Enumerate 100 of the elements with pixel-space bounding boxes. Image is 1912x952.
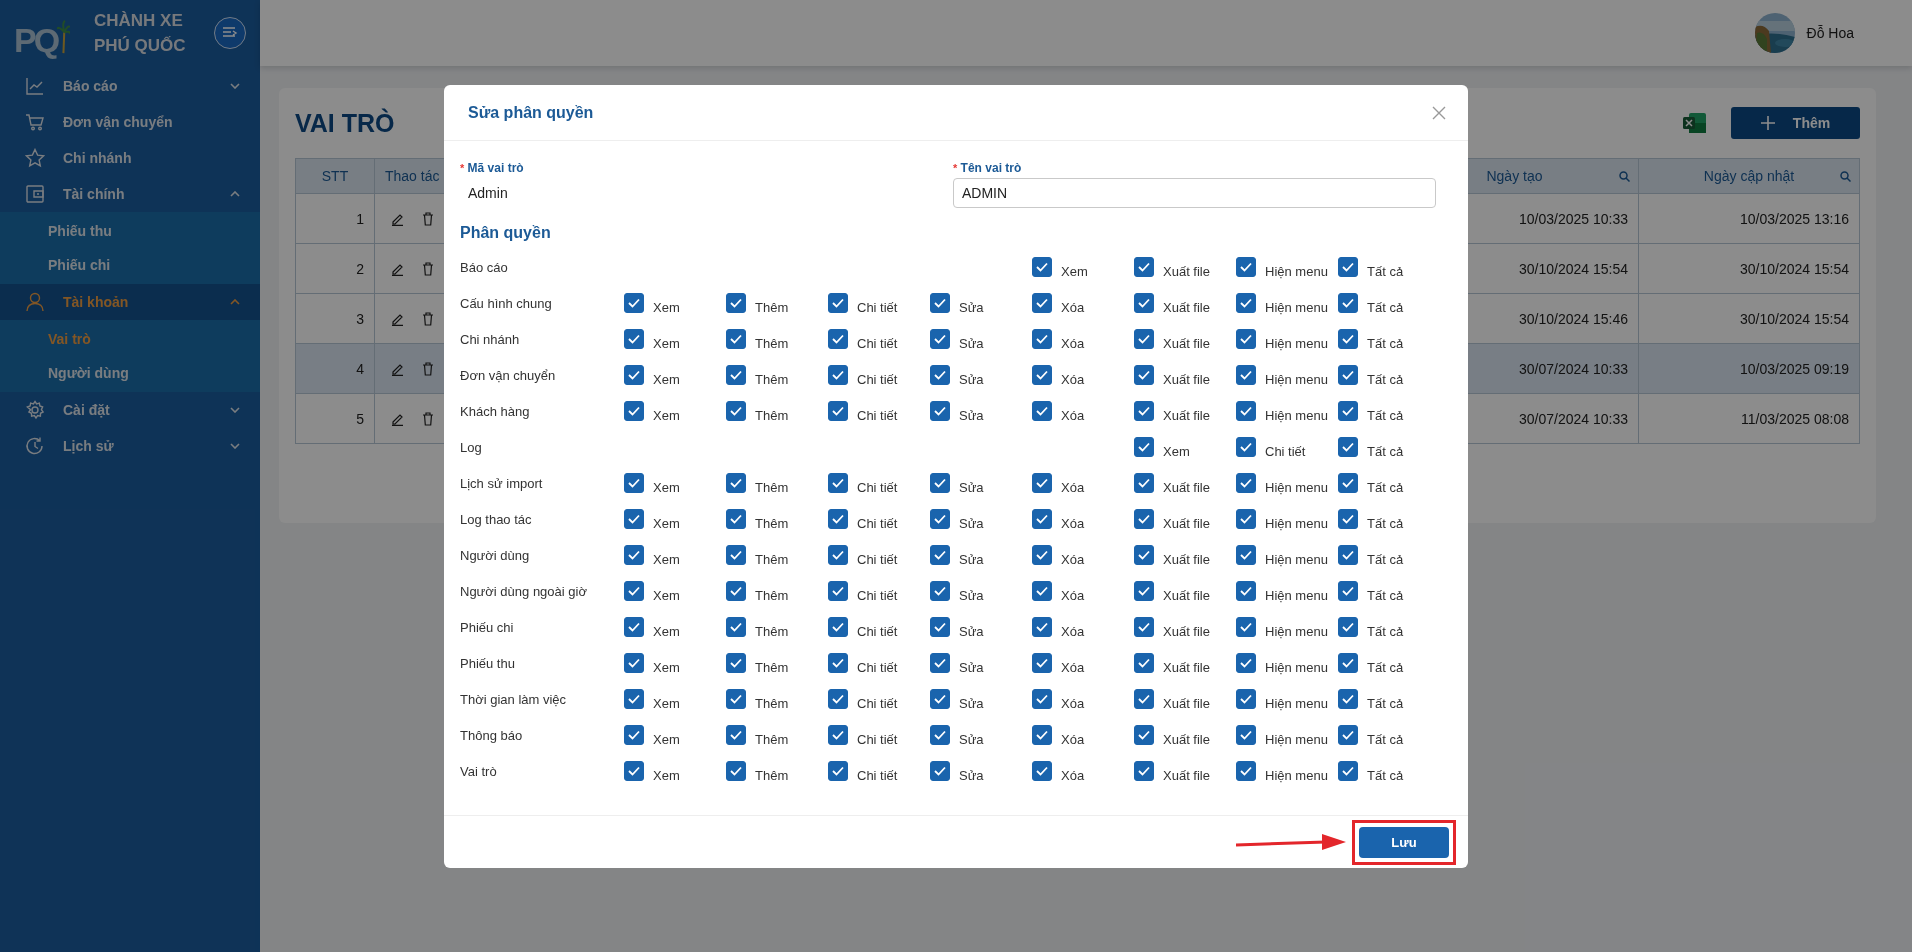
checkbox[interactable] [1338,509,1358,529]
permission-checkbox[interactable]: Hiện menu [1236,761,1328,783]
checkbox[interactable] [828,509,848,529]
permission-checkbox[interactable]: Xem [624,509,680,531]
permission-checkbox[interactable]: Sửa [930,581,984,603]
checkbox[interactable] [726,617,746,637]
permission-checkbox[interactable]: Hiện menu [1236,509,1328,531]
checkbox[interactable] [1032,473,1052,493]
permission-checkbox[interactable]: Thêm [726,617,789,639]
checkbox[interactable] [1032,761,1052,781]
permission-checkbox[interactable]: Xuất file [1134,401,1210,423]
permission-checkbox[interactable]: Chi tiết [828,509,898,531]
permission-checkbox[interactable]: Xem [1032,257,1088,279]
checkbox[interactable] [1134,725,1154,745]
checkbox[interactable] [726,653,746,673]
checkbox[interactable] [1338,617,1358,637]
permission-checkbox[interactable]: Xóa [1032,545,1085,567]
checkbox[interactable] [1134,329,1154,349]
checkbox[interactable] [930,293,950,313]
checkbox[interactable] [1134,545,1154,565]
checkbox[interactable] [828,545,848,565]
permission-checkbox[interactable]: Thêm [726,473,789,495]
checkbox[interactable] [1032,401,1052,421]
permission-checkbox[interactable]: Hiện menu [1236,581,1328,603]
permission-checkbox[interactable]: Sửa [930,761,984,783]
permission-checkbox[interactable]: Hiện menu [1236,329,1328,351]
permission-checkbox[interactable]: Chi tiết [828,329,898,351]
permission-checkbox[interactable]: Thêm [726,653,789,675]
checkbox[interactable] [624,401,644,421]
permission-checkbox[interactable]: Hiện menu [1236,617,1328,639]
checkbox[interactable] [828,473,848,493]
spreadsheet-icon[interactable] [1683,112,1707,134]
permission-checkbox[interactable]: Xuất file [1134,761,1210,783]
permission-checkbox[interactable]: Xem [624,653,680,675]
permission-checkbox[interactable]: Sửa [930,329,984,351]
checkbox[interactable] [726,545,746,565]
permission-checkbox[interactable]: Chi tiết [828,617,898,639]
permission-checkbox[interactable]: Chi tiết [828,401,898,423]
checkbox[interactable] [726,401,746,421]
permission-checkbox[interactable]: Xem [624,365,680,387]
checkbox[interactable] [1032,509,1052,529]
permission-checkbox[interactable]: Xóa [1032,293,1085,315]
checkbox[interactable] [1134,653,1154,673]
checkbox[interactable] [1032,329,1052,349]
checkbox[interactable] [1134,293,1154,313]
checkbox[interactable] [1032,365,1052,385]
checkbox[interactable] [1236,329,1256,349]
close-icon[interactable] [1432,105,1446,120]
checkbox[interactable] [828,617,848,637]
checkbox[interactable] [1032,617,1052,637]
permission-checkbox[interactable]: Thêm [726,761,789,783]
checkbox[interactable] [930,545,950,565]
permission-checkbox[interactable]: Xem [624,617,680,639]
permission-checkbox[interactable]: Chi tiết [828,689,898,711]
permission-checkbox[interactable]: Hiện menu [1236,293,1328,315]
checkbox[interactable] [1134,581,1154,601]
permission-checkbox[interactable]: Chi tiết [828,473,898,495]
permission-checkbox[interactable]: Sửa [930,473,984,495]
permission-checkbox[interactable]: Xóa [1032,653,1085,675]
permission-checkbox[interactable]: Xuất file [1134,365,1210,387]
permission-checkbox[interactable]: Xuất file [1134,617,1210,639]
checkbox[interactable] [1236,365,1256,385]
permission-checkbox[interactable]: Thêm [726,365,789,387]
permission-checkbox[interactable]: Sửa [930,617,984,639]
permission-checkbox[interactable]: Xuất file [1134,509,1210,531]
checkbox[interactable] [1338,545,1358,565]
permission-checkbox[interactable]: Xem [624,401,680,423]
permission-checkbox[interactable]: Xóa [1032,329,1085,351]
permission-checkbox[interactable]: Chi tiết [828,761,898,783]
checkbox[interactable] [624,761,644,781]
permission-checkbox[interactable]: Xuất file [1134,725,1210,747]
permission-checkbox[interactable]: Thêm [726,689,789,711]
checkbox[interactable] [624,329,644,349]
permission-checkbox[interactable]: Xem [624,329,680,351]
permission-checkbox[interactable]: Hiện menu [1236,365,1328,387]
permission-checkbox[interactable]: Chi tiết [828,653,898,675]
checkbox[interactable] [1338,401,1358,421]
permission-checkbox[interactable]: Hiện menu [1236,473,1328,495]
permission-checkbox[interactable]: Xem [624,293,680,315]
checkbox[interactable] [1032,581,1052,601]
permission-checkbox[interactable]: Sửa [930,653,984,675]
permission-checkbox[interactable]: Thêm [726,329,789,351]
menu-toggle-button[interactable] [214,17,246,49]
checkbox[interactable] [726,509,746,529]
permission-checkbox[interactable]: Xóa [1032,725,1085,747]
checkbox[interactable] [1338,293,1358,313]
checkbox[interactable] [1236,437,1256,457]
checkbox[interactable] [930,725,950,745]
trash-icon[interactable] [422,211,434,226]
checkbox[interactable] [1338,365,1358,385]
checkbox[interactable] [726,689,746,709]
checkbox[interactable] [1032,725,1052,745]
permission-checkbox[interactable]: Hiện menu [1236,257,1328,279]
checkbox[interactable] [1032,653,1052,673]
permission-checkbox[interactable]: Sửa [930,509,984,531]
permission-checkbox[interactable]: Tất cả [1338,509,1404,531]
permission-checkbox[interactable]: Xóa [1032,761,1085,783]
permission-checkbox[interactable]: Xuất file [1134,329,1210,351]
permission-checkbox[interactable]: Xóa [1032,473,1085,495]
checkbox[interactable] [1338,329,1358,349]
